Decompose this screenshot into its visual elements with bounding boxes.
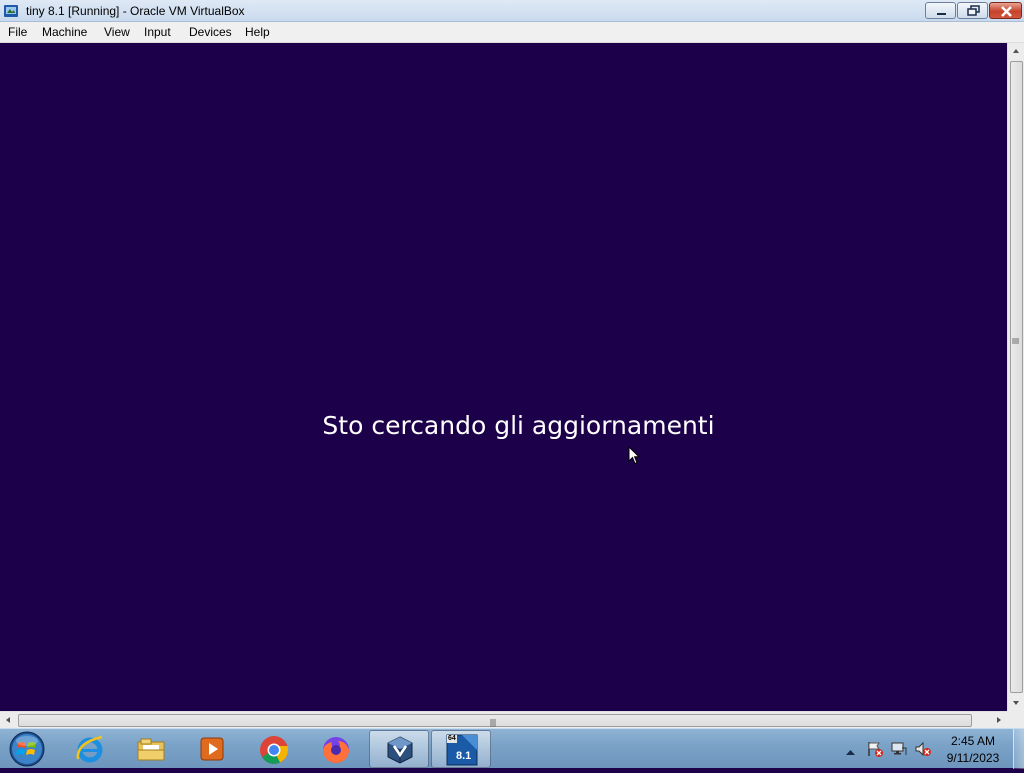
taskbar-virtualbox[interactable] (369, 730, 429, 768)
taskbar: 64 8.1 2:45 AM 9/11/2023 (0, 728, 1024, 769)
windows-orb-icon[interactable] (7, 730, 47, 768)
vm-display[interactable]: Sto cercando gli aggiornamenti (0, 43, 1007, 711)
show-hidden-icons-arrow-icon[interactable] (846, 743, 855, 761)
restore-button[interactable] (957, 2, 988, 19)
show-desktop-button[interactable] (1013, 729, 1024, 769)
minimize-button[interactable] (925, 2, 956, 19)
vertical-scrollbar[interactable] (1007, 43, 1024, 711)
taskbar-media-player[interactable] (182, 730, 242, 768)
scroll-corner (1007, 711, 1024, 728)
vm-icon-sublabel: 64 (448, 735, 456, 742)
menu-devices[interactable]: Devices (189, 25, 232, 39)
window-title: tiny 8.1 [Running] - Oracle VM VirtualBo… (26, 4, 245, 18)
taskbar-firefox[interactable] (306, 730, 366, 768)
windows-8-vm-icon: 64 8.1 (446, 734, 478, 766)
clock-time[interactable]: 2:45 AM (936, 734, 1010, 748)
taskbar-internet-explorer[interactable] (60, 730, 120, 768)
mouse-cursor-icon (628, 445, 641, 470)
menu-view[interactable]: View (104, 25, 130, 39)
menu-file[interactable]: File (8, 25, 27, 39)
menu-input[interactable]: Input (144, 25, 171, 39)
vertical-scroll-thumb[interactable] (1010, 61, 1023, 693)
menu-machine[interactable]: Machine (42, 25, 87, 39)
network-icon[interactable] (890, 740, 908, 758)
menu-help[interactable]: Help (245, 25, 270, 39)
horizontal-grip-icon (490, 714, 498, 727)
vertical-grip-icon (1012, 332, 1019, 344)
scroll-left-arrow-icon[interactable] (0, 712, 17, 728)
taskbar-vm-window[interactable]: 64 8.1 (431, 730, 491, 768)
action-center-flag-icon[interactable] (866, 740, 884, 758)
window-title-bar[interactable]: tiny 8.1 [Running] - Oracle VM VirtualBo… (0, 0, 1024, 22)
close-button[interactable] (989, 2, 1022, 19)
virtualbox-app-icon[interactable] (3, 3, 19, 19)
volume-muted-icon[interactable] (914, 740, 932, 758)
scroll-up-arrow-icon[interactable] (1008, 43, 1024, 60)
horizontal-scrollbar[interactable] (0, 711, 1007, 728)
clock-date[interactable]: 9/11/2023 (936, 751, 1010, 765)
taskbar-file-explorer[interactable] (121, 730, 181, 768)
vm-icon-label: 8.1 (456, 750, 472, 762)
menu-bar: File Machine View Input Devices Help (0, 22, 1024, 43)
scroll-down-arrow-icon[interactable] (1008, 694, 1024, 711)
scroll-right-arrow-icon[interactable] (990, 712, 1007, 728)
update-status-message: Sto cercando gli aggiornamenti (322, 411, 715, 440)
taskbar-chrome[interactable] (244, 730, 304, 768)
